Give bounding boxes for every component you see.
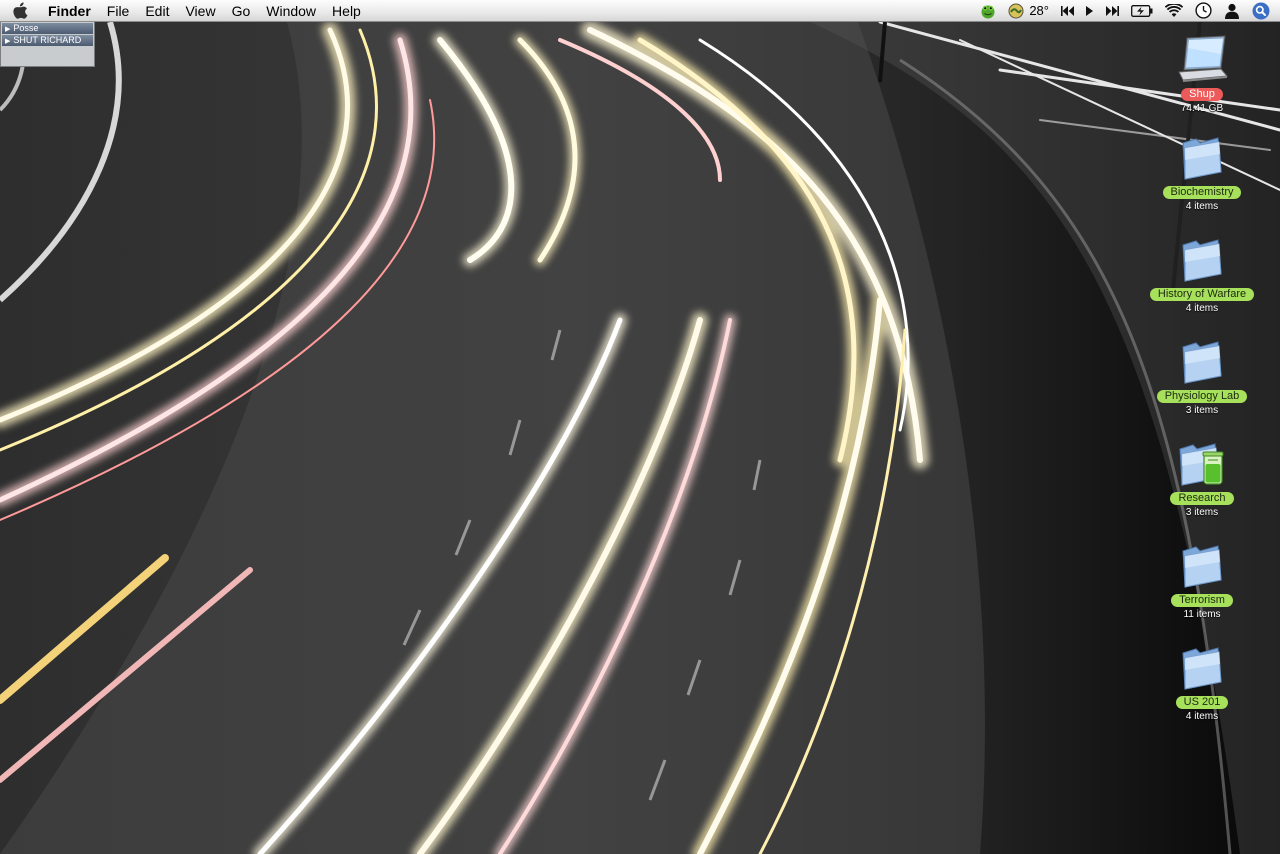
drawer-item-label: Posse xyxy=(13,23,39,33)
desktop-icon-us-201[interactable]: US 201 4 items xyxy=(1142,644,1262,723)
wifi-icon xyxy=(1165,3,1183,17)
user-icon xyxy=(1225,3,1239,19)
menu-extra-battery[interactable] xyxy=(1131,0,1153,22)
menu-bar: Finder File Edit View Go Window Help 28° xyxy=(0,0,1280,22)
desktop-icon-label: Terrorism xyxy=(1171,594,1233,607)
folder-icon xyxy=(1182,341,1222,384)
desktop-icon-info: 3 items xyxy=(1185,507,1219,518)
play-icon[interactable] xyxy=(1085,5,1094,16)
desktop-icon-shup-drive[interactable]: Shup 74.41 GB xyxy=(1142,34,1262,115)
disclosure-triangle-icon: ▶ xyxy=(5,38,11,45)
desktop-icon-info: 3 items xyxy=(1185,405,1219,416)
desktop-icon-history-of-warfare[interactable]: History of Warfare 4 items xyxy=(1142,236,1262,315)
menu-extra-wifi[interactable] xyxy=(1165,0,1183,22)
desktop-icon-label: US 201 xyxy=(1175,696,1229,709)
menu-view[interactable]: View xyxy=(177,0,223,22)
menu-app-name[interactable]: Finder xyxy=(40,0,99,22)
folder-with-flask-icon xyxy=(1179,443,1224,486)
wallpaper-image xyxy=(0,0,1280,854)
menu-extra-weather[interactable]: 28° xyxy=(1008,0,1049,22)
desktop-icon-research[interactable]: Research 3 items xyxy=(1142,440,1262,519)
previous-track-icon[interactable] xyxy=(1061,5,1075,16)
folder-icon xyxy=(1182,545,1222,588)
disclosure-triangle-icon: ▶ xyxy=(5,26,11,33)
apple-menu[interactable] xyxy=(0,0,40,22)
desktop-icon-label: Biochemistry xyxy=(1162,186,1242,199)
desktop-icon-label: Physiology Lab xyxy=(1156,390,1248,403)
menu-go[interactable]: Go xyxy=(224,0,259,22)
menu-edit[interactable]: Edit xyxy=(137,0,177,22)
desktop-icon-info: 4 items xyxy=(1185,303,1219,314)
menu-extra-itunes xyxy=(1061,0,1119,22)
menu-window[interactable]: Window xyxy=(258,0,324,22)
desktop-icon-label: Research xyxy=(1170,492,1234,505)
folder-icon xyxy=(1182,647,1222,690)
desktop-icon-info: 11 items xyxy=(1183,609,1221,620)
desktop-icon-biochemistry[interactable]: Biochemistry 4 items xyxy=(1142,134,1262,213)
menu-extra-user[interactable] xyxy=(1224,0,1240,22)
apple-icon xyxy=(12,2,27,19)
menu-extra-status[interactable] xyxy=(980,0,996,22)
next-track-icon[interactable] xyxy=(1105,5,1119,16)
desktop[interactable]: Finder File Edit View Go Window Help 28°… xyxy=(0,0,1280,854)
desktop-icon-info: 4 items xyxy=(1185,201,1219,212)
laptop-drive-icon xyxy=(1178,35,1229,82)
menu-file[interactable]: File xyxy=(99,0,138,22)
folder-icon xyxy=(1182,239,1222,282)
bookmark-drawer: ▶ Posse ▶ SHUT RICHARD xyxy=(0,22,95,67)
drawer-item-label: SHUT RICHARD xyxy=(13,35,82,45)
desktop-icon-physiology-lab[interactable]: Physiology Lab 3 items xyxy=(1142,338,1262,417)
weather-temperature: 28° xyxy=(1029,3,1049,18)
folder-icon xyxy=(1182,137,1222,180)
spotlight-button[interactable] xyxy=(1252,0,1270,22)
desktop-icon-label: Shup xyxy=(1181,88,1223,101)
menu-help[interactable]: Help xyxy=(324,0,369,22)
desktop-icon-info: 4 items xyxy=(1185,711,1219,722)
weather-icon xyxy=(1008,3,1024,18)
desktop-icon-terrorism[interactable]: Terrorism 11 items xyxy=(1142,542,1262,621)
spotlight-search-icon xyxy=(1252,2,1270,19)
desktop-icon-info: 74.41 GB xyxy=(1180,103,1224,114)
drawer-item-shut-richard[interactable]: ▶ SHUT RICHARD xyxy=(2,35,93,46)
desktop-icon-label: History of Warfare xyxy=(1149,288,1255,301)
frog-icon xyxy=(981,5,995,18)
menu-extra-clock[interactable] xyxy=(1195,0,1212,22)
clock-icon xyxy=(1195,2,1212,19)
battery-charging-icon xyxy=(1131,4,1153,17)
drawer-item-posse[interactable]: ▶ Posse xyxy=(2,23,93,34)
